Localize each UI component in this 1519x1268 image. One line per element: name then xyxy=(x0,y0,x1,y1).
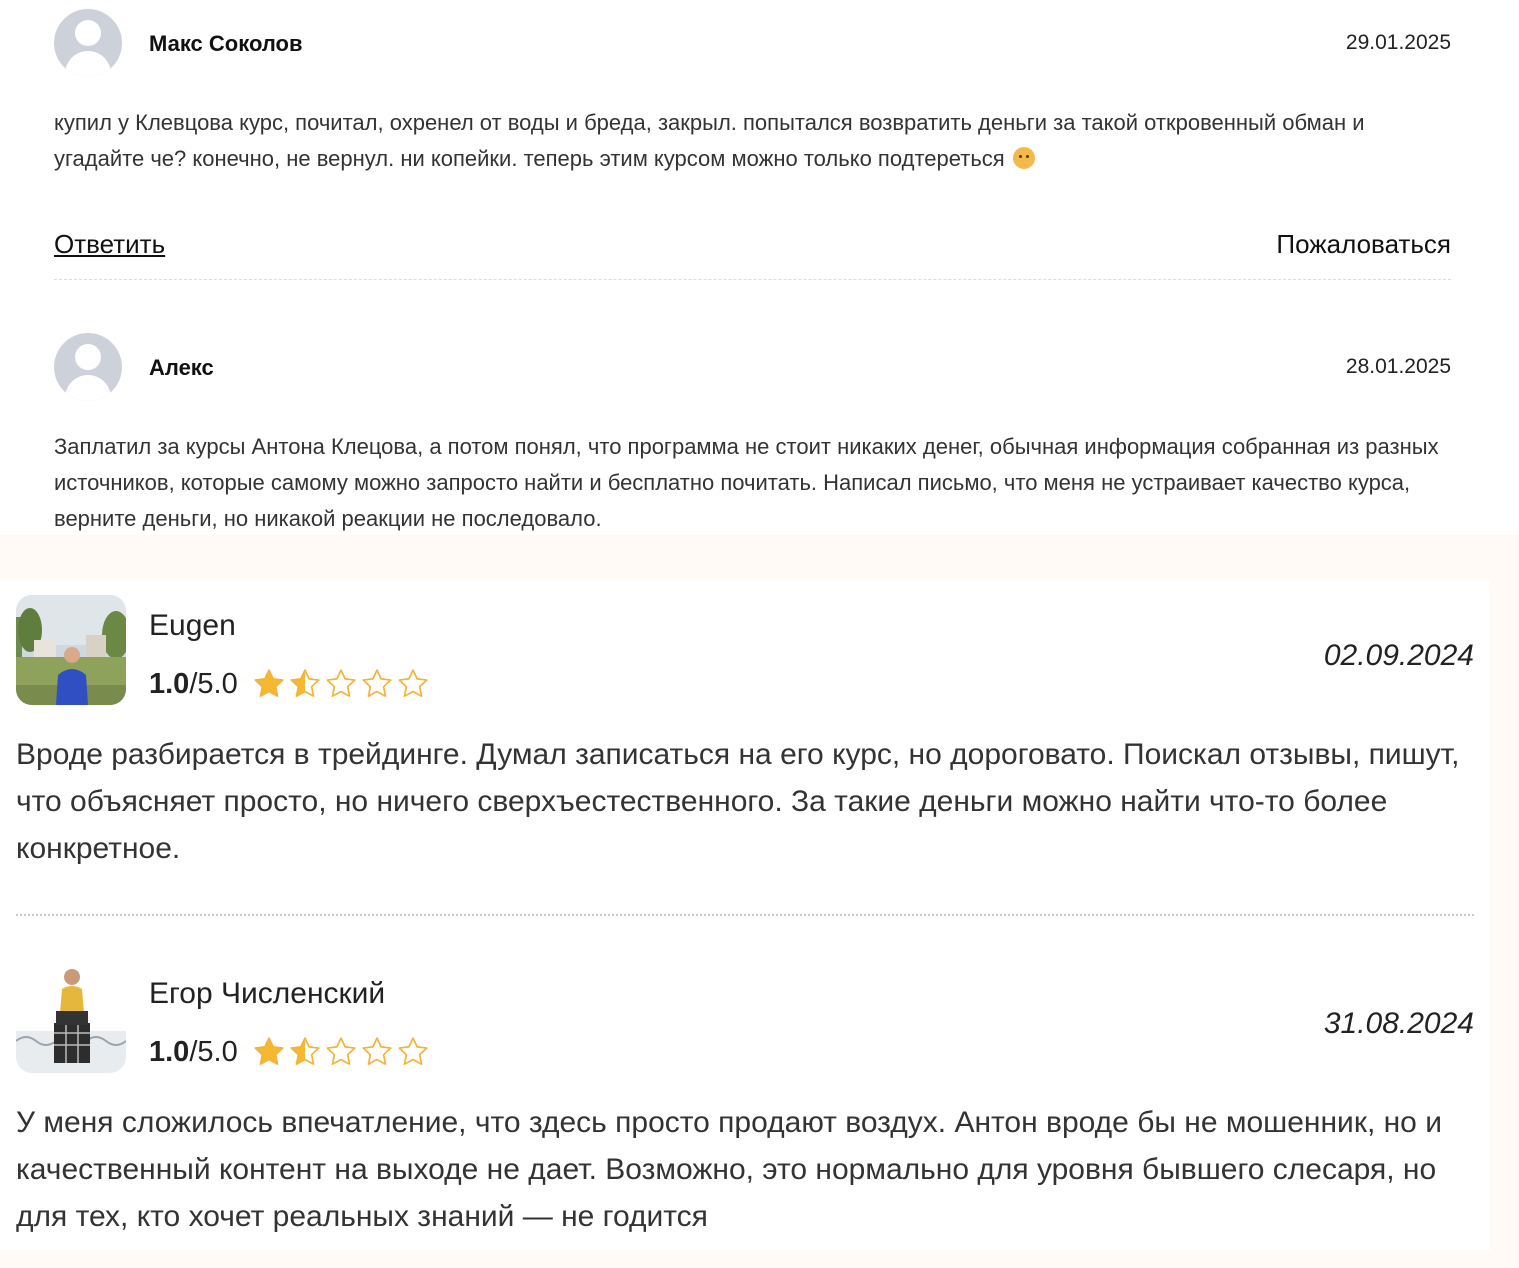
divider xyxy=(54,279,1451,280)
report-link[interactable]: Пожаловаться xyxy=(1276,229,1451,260)
review-author: Eugen xyxy=(149,609,236,642)
divider xyxy=(16,914,1474,916)
avatar xyxy=(16,963,126,1073)
star-rating xyxy=(252,1035,430,1069)
rating: 1.0/5.0 xyxy=(149,1035,430,1069)
reply-link[interactable]: Ответить xyxy=(54,229,165,260)
review-text: У меня сложилось впечатление, что здесь … xyxy=(16,1106,1442,1233)
comment-author: Алекс xyxy=(149,355,214,380)
star-rating xyxy=(252,667,430,701)
rating-score: 1.0 xyxy=(149,1035,190,1068)
comment-author: Макс Соколов xyxy=(149,31,303,56)
rating-max: /5.0 xyxy=(189,1035,238,1068)
star-icon xyxy=(398,669,428,698)
rating: 1.0/5.0 xyxy=(149,667,430,701)
review-item: Егор Численский 1.0/5.0 31.08.2024 У мен… xyxy=(16,963,1474,1240)
comment-date: 28.01.2025 xyxy=(1345,355,1451,378)
comment-item: Алекс 28.01.2025 Заплатил за курсы Антон… xyxy=(54,333,1451,537)
user-placeholder-icon xyxy=(54,333,122,401)
star-icon xyxy=(254,669,284,698)
comments-section: Макс Соколов 29.01.2025 купил у Клевцова… xyxy=(0,0,1519,535)
star-icon xyxy=(326,1037,356,1066)
rating-max: /5.0 xyxy=(189,667,238,700)
avatar xyxy=(16,595,126,705)
review-item: Eugen 1.0/5.0 02.09.2024 Вроде разбирает… xyxy=(16,595,1474,916)
star-icon xyxy=(290,1037,320,1066)
review-author: Егор Численский xyxy=(149,977,386,1010)
comment-date: 29.01.2025 xyxy=(1345,31,1451,54)
comment-text: купил у Клевцова курс, почитал, охренел … xyxy=(54,110,1365,171)
star-icon xyxy=(326,669,356,698)
review-text: Вроде разбирается в трейдинге. Думал зап… xyxy=(16,738,1460,865)
review-date: 31.08.2024 xyxy=(1323,1007,1474,1040)
star-icon xyxy=(254,1037,284,1066)
slightly-smiling-face-icon xyxy=(1012,147,1035,169)
star-icon xyxy=(362,1037,392,1066)
rating-score: 1.0 xyxy=(149,667,190,700)
star-icon xyxy=(398,1037,428,1066)
comment-item: Макс Соколов 29.01.2025 купил у Клевцова… xyxy=(54,9,1451,280)
reviews-section: Eugen 1.0/5.0 02.09.2024 Вроде разбирает… xyxy=(0,580,1490,1250)
comment-text: Заплатил за курсы Антона Клецова, а пото… xyxy=(54,434,1439,531)
user-placeholder-icon xyxy=(54,9,122,77)
review-date: 02.09.2024 xyxy=(1323,639,1474,672)
star-icon xyxy=(362,669,392,698)
star-icon xyxy=(290,669,320,698)
